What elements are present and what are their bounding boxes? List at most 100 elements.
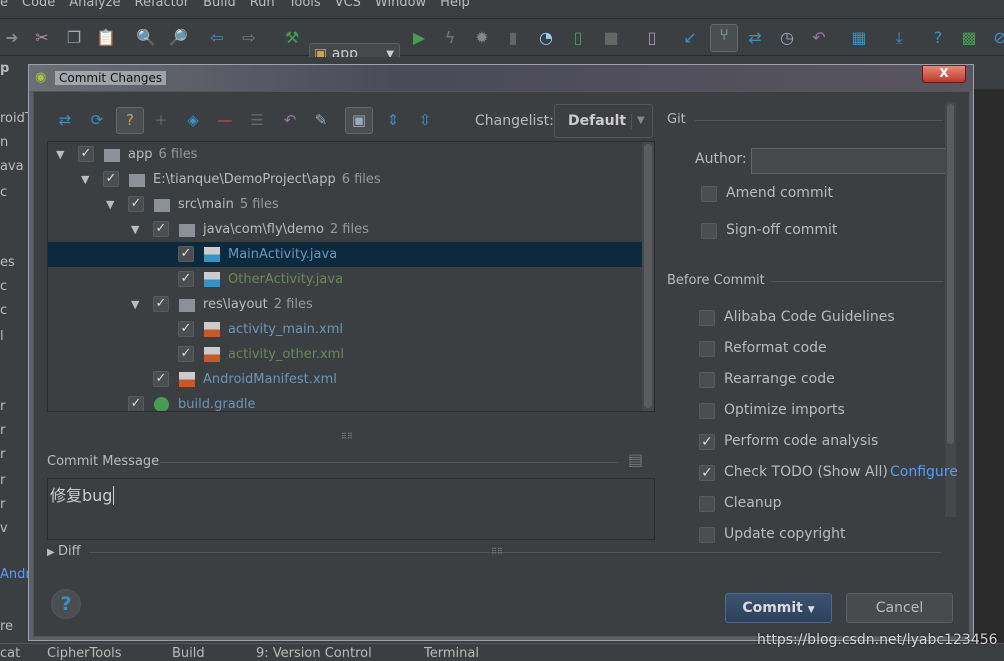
run-icon[interactable]: ▶: [409, 28, 429, 48]
vcs-update-icon[interactable]: ↙: [680, 28, 700, 48]
menu-item[interactable]: Refactor: [135, 0, 190, 10]
menu-item[interactable]: Analyze: [69, 0, 120, 10]
checkbox[interactable]: [699, 310, 715, 326]
tree-row[interactable]: ▼ ✓ java\com\fly\demo 2 files: [48, 217, 642, 242]
add-icon[interactable]: +: [150, 110, 172, 130]
collapse-all-icon[interactable]: ⇳: [414, 110, 436, 130]
refresh-icon[interactable]: ⟳: [86, 110, 108, 130]
checkbox[interactable]: [699, 403, 715, 419]
tool-window-button[interactable]: Build: [172, 646, 205, 661]
stop-icon[interactable]: ■: [601, 28, 621, 48]
tree-row[interactable]: ▼ ✓ E:\tianque\DemoProject\app 6 files: [48, 167, 642, 192]
expand-arrow-icon[interactable]: ▼: [131, 292, 139, 317]
coverage-icon[interactable]: ▮: [503, 28, 523, 48]
include-checkbox[interactable]: ✓: [153, 371, 169, 387]
checklist-icon[interactable]: ☰: [246, 110, 268, 130]
checkbox[interactable]: [699, 496, 715, 512]
include-checkbox[interactable]: ✓: [78, 146, 94, 162]
tree-row[interactable]: ✓ build.gradle: [48, 392, 642, 411]
paste-icon[interactable]: 📋: [96, 28, 116, 48]
include-checkbox[interactable]: ✓: [128, 396, 144, 411]
cut-icon[interactable]: ✂: [32, 28, 52, 48]
project-tree-fragment[interactable]: es: [0, 255, 15, 270]
checkbox[interactable]: [699, 527, 715, 543]
commit-button[interactable]: Commit ▼: [725, 593, 832, 623]
expand-arrow-icon[interactable]: ▼: [81, 167, 89, 192]
compare-icon[interactable]: ⇄: [745, 28, 765, 48]
forward-nav-icon[interactable]: ⇨: [239, 28, 259, 48]
tool-window-button[interactable]: cat: [0, 646, 20, 661]
project-tree-fragment[interactable]: c: [0, 185, 7, 200]
rollback-icon[interactable]: ↶: [279, 110, 301, 130]
replace-icon[interactable]: 🔎: [168, 28, 188, 48]
menu-item[interactable]: Run: [250, 0, 275, 10]
project-structure-icon[interactable]: ▦: [849, 28, 869, 48]
tree-row[interactable]: ✓ AndroidManifest.xml: [48, 367, 642, 392]
project-tree-fragment[interactable]: r: [0, 447, 5, 462]
project-tree-fragment[interactable]: ava: [0, 159, 24, 174]
menu-item[interactable]: Help: [440, 0, 470, 10]
menu-item[interactable]: e: [0, 0, 8, 10]
help-icon[interactable]: ?: [928, 28, 948, 48]
copy-icon[interactable]: ❐: [64, 28, 84, 48]
project-tree-fragment[interactable]: r: [0, 399, 5, 414]
back-icon[interactable]: ⇦: [207, 28, 227, 48]
splitter-handle[interactable]: ⠿⠿: [491, 547, 503, 556]
close-button[interactable]: X: [922, 65, 966, 83]
options-scrollbar[interactable]: [945, 102, 956, 517]
project-tree-fragment[interactable]: r: [0, 423, 5, 438]
checkbox[interactable]: ✓: [699, 465, 715, 481]
project-tree-fragment[interactable]: c: [0, 279, 7, 294]
tree-scrollbar[interactable]: [642, 142, 654, 411]
project-tree-fragment[interactable]: r: [0, 497, 5, 512]
checkbox[interactable]: [699, 341, 715, 357]
menu-item[interactable]: Tools: [289, 0, 321, 10]
project-tree-fragment[interactable]: re: [0, 619, 13, 634]
include-checkbox[interactable]: ✓: [153, 296, 169, 312]
debug-icon[interactable]: ✹: [472, 28, 492, 48]
build-hammer-icon[interactable]: ⚒: [282, 28, 302, 48]
project-tree-fragment[interactable]: Andr: [0, 567, 28, 582]
include-checkbox[interactable]: ✓: [103, 171, 119, 187]
project-tree-fragment[interactable]: c: [0, 303, 7, 318]
changelist-select[interactable]: Default ▼: [554, 104, 653, 138]
cancel-button[interactable]: Cancel: [846, 593, 953, 623]
include-checkbox[interactable]: ✓: [178, 346, 194, 362]
checkbox[interactable]: [699, 372, 715, 388]
revert-icon[interactable]: ↶: [809, 28, 829, 48]
include-checkbox[interactable]: ✓: [128, 196, 144, 212]
find-icon[interactable]: 🔍: [136, 28, 156, 48]
expand-arrow-icon[interactable]: ▼: [106, 192, 114, 217]
include-checkbox[interactable]: ✓: [153, 221, 169, 237]
project-tree-fragment[interactable]: n: [0, 135, 8, 150]
edit-source-icon[interactable]: ✎: [310, 110, 332, 130]
diff-expand-icon[interactable]: ▶: [47, 547, 55, 558]
splitter-handle[interactable]: ⠿⠿: [341, 432, 353, 441]
tree-row[interactable]: ▼ ✓ src\main 5 files: [48, 192, 642, 217]
checkbox[interactable]: [701, 223, 717, 239]
help-button[interactable]: ?: [51, 589, 81, 619]
menu-item[interactable]: Code: [22, 0, 55, 10]
show-diff-icon[interactable]: ⇄: [54, 110, 76, 130]
tool-window-button[interactable]: 9: Version Control: [256, 646, 372, 661]
move-to-changelist-icon[interactable]: ◈: [182, 110, 204, 130]
commit-message-input[interactable]: 修复bug: [47, 478, 655, 540]
group-by-directory-icon[interactable]: ▣: [345, 107, 373, 134]
author-input[interactable]: [751, 148, 954, 174]
menu-item[interactable]: Window: [375, 0, 426, 10]
include-checkbox[interactable]: ✓: [178, 321, 194, 337]
tree-row[interactable]: ▼ ✓ app 6 files: [48, 142, 642, 167]
project-tree-fragment[interactable]: roidT: [0, 111, 28, 126]
avd-manager-icon[interactable]: ▯: [642, 28, 662, 48]
apply-changes-icon[interactable]: ϟ: [440, 28, 460, 48]
attach-debugger-icon[interactable]: ▯: [568, 28, 588, 48]
expand-all-icon[interactable]: ⇕: [382, 110, 404, 130]
unversioned-files-icon[interactable]: ?: [116, 107, 144, 134]
forward-icon[interactable]: ➜: [2, 28, 22, 48]
tool-window-button[interactable]: Terminal: [424, 646, 479, 661]
expand-arrow-icon[interactable]: ▼: [56, 142, 64, 167]
checkbox[interactable]: ✓: [699, 434, 715, 450]
checkbox[interactable]: [701, 186, 717, 202]
configure-link[interactable]: Configure: [890, 464, 958, 480]
tree-row[interactable]: ✓ activity_other.xml: [48, 342, 642, 367]
